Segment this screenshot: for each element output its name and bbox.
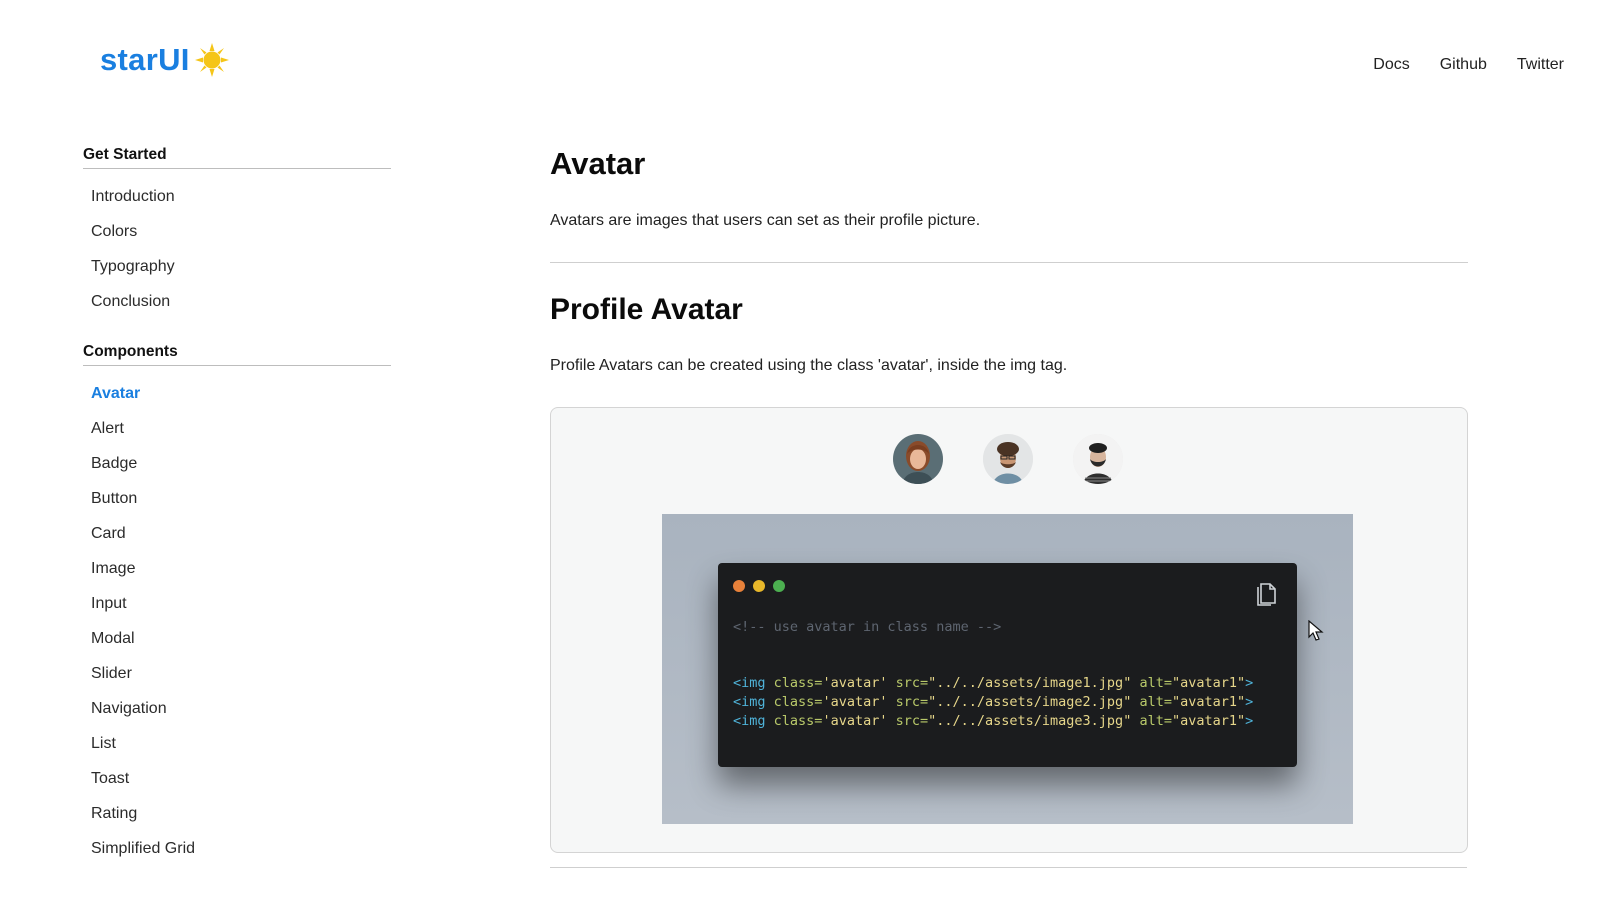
avatar-demo-box: <!-- use avatar in class name --> <img c… (550, 407, 1468, 853)
sidebar-item-list[interactable]: List (91, 735, 391, 770)
nav-docs-link[interactable]: Docs (1373, 56, 1409, 74)
nav-twitter-link[interactable]: Twitter (1517, 56, 1564, 74)
sidebar-item-toast[interactable]: Toast (91, 770, 391, 805)
page-title: Avatar (550, 146, 646, 181)
avatar-woman (893, 434, 943, 484)
code-comment: <!-- use avatar in class name --> (733, 619, 1002, 635)
code-block: <!-- use avatar in class name --> <img c… (718, 563, 1297, 767)
dot-minimize-icon (753, 580, 765, 592)
mouse-pointer-icon (1308, 620, 1324, 641)
sidebar-heading-components: Components (83, 343, 391, 366)
sidebar-item-input[interactable]: Input (91, 595, 391, 630)
page-description: Avatars are images that users can set as… (550, 212, 981, 229)
code-line-1: <img class='avatar' src="../../assets/im… (733, 675, 1254, 691)
sidebar-item-modal[interactable]: Modal (91, 630, 391, 665)
sidebar-item-navigation[interactable]: Navigation (91, 700, 391, 735)
sidebar-heading-get-started: Get Started (83, 146, 391, 169)
avatar-row (893, 434, 1123, 484)
sun-icon (194, 43, 229, 77)
main-content: Avatar Avatars are images that users can… (550, 146, 1468, 375)
sidebar-item-simplified-grid[interactable]: Simplified Grid (91, 840, 391, 875)
logo-text[interactable]: starUI (100, 42, 190, 78)
logo[interactable]: starUI (100, 42, 230, 78)
code-text: <!-- use avatar in class name --> <img c… (733, 618, 1253, 731)
window-dots (733, 580, 785, 592)
sidebar-list-get-started: Introduction Colors Typography Conclusio… (83, 188, 391, 328)
section-description: Profile Avatars can be created using the… (550, 357, 1068, 374)
copy-icon[interactable] (1255, 580, 1277, 606)
sidebar-item-button[interactable]: Button (91, 490, 391, 525)
sidebar-item-alert[interactable]: Alert (91, 420, 391, 455)
sidebar-item-colors[interactable]: Colors (91, 223, 391, 258)
sidebar-item-card[interactable]: Card (91, 525, 391, 560)
code-line-2: <img class='avatar' src="../../assets/im… (733, 694, 1254, 710)
code-preview-background: <!-- use avatar in class name --> <img c… (662, 514, 1353, 824)
dot-close-icon (733, 580, 745, 592)
sidebar-item-avatar[interactable]: Avatar (91, 385, 391, 420)
dot-maximize-icon (773, 580, 785, 592)
header: starUI Docs Github Twitter (0, 0, 1600, 120)
sidebar-item-rating[interactable]: Rating (91, 805, 391, 840)
top-nav: Docs Github Twitter (1373, 56, 1564, 74)
sidebar-item-typography[interactable]: Typography (91, 258, 391, 293)
sidebar-item-image[interactable]: Image (91, 560, 391, 595)
code-line-3: <img class='avatar' src="../../assets/im… (733, 713, 1254, 729)
section-title: Profile Avatar (550, 293, 743, 326)
sidebar: Get Started Introduction Colors Typograp… (83, 146, 391, 875)
sidebar-item-introduction[interactable]: Introduction (91, 188, 391, 223)
sidebar-item-slider[interactable]: Slider (91, 665, 391, 700)
avatar-man-beard (1073, 434, 1123, 484)
nav-github-link[interactable]: Github (1440, 56, 1487, 74)
bottom-divider (550, 867, 1467, 868)
avatar-man-curly (983, 434, 1033, 484)
sidebar-list-components: Avatar Alert Badge Button Card Image Inp… (83, 385, 391, 875)
sidebar-item-badge[interactable]: Badge (91, 455, 391, 490)
section-divider (550, 262, 1468, 263)
sidebar-item-conclusion[interactable]: Conclusion (91, 293, 391, 328)
